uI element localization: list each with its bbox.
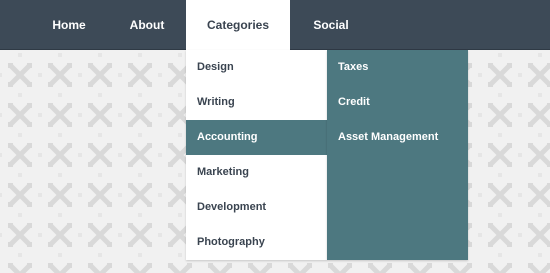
accounting-submenu: Taxes Credit Asset Management xyxy=(327,50,468,260)
submenu-item-taxes[interactable]: Taxes xyxy=(327,50,468,85)
dropdown-item-development[interactable]: Development xyxy=(186,190,327,225)
dropdown-item-accounting[interactable]: Accounting xyxy=(186,120,327,155)
dropdown-item-photography[interactable]: Photography xyxy=(186,225,327,260)
dropdown-item-writing[interactable]: Writing xyxy=(186,85,327,120)
dropdown-item-design[interactable]: Design xyxy=(186,50,327,85)
nav-social[interactable]: Social xyxy=(302,0,360,50)
submenu-item-credit[interactable]: Credit xyxy=(327,85,468,120)
submenu-item-asset-management[interactable]: Asset Management xyxy=(327,120,468,155)
nav-about[interactable]: About xyxy=(118,0,176,50)
categories-dropdown: Design Writing Accounting Marketing Deve… xyxy=(186,50,327,260)
dropdown-item-marketing[interactable]: Marketing xyxy=(186,155,327,190)
nav-home[interactable]: Home xyxy=(40,0,98,50)
main-navbar: Home About Categories Social xyxy=(0,0,550,50)
nav-categories[interactable]: Categories xyxy=(186,0,290,50)
